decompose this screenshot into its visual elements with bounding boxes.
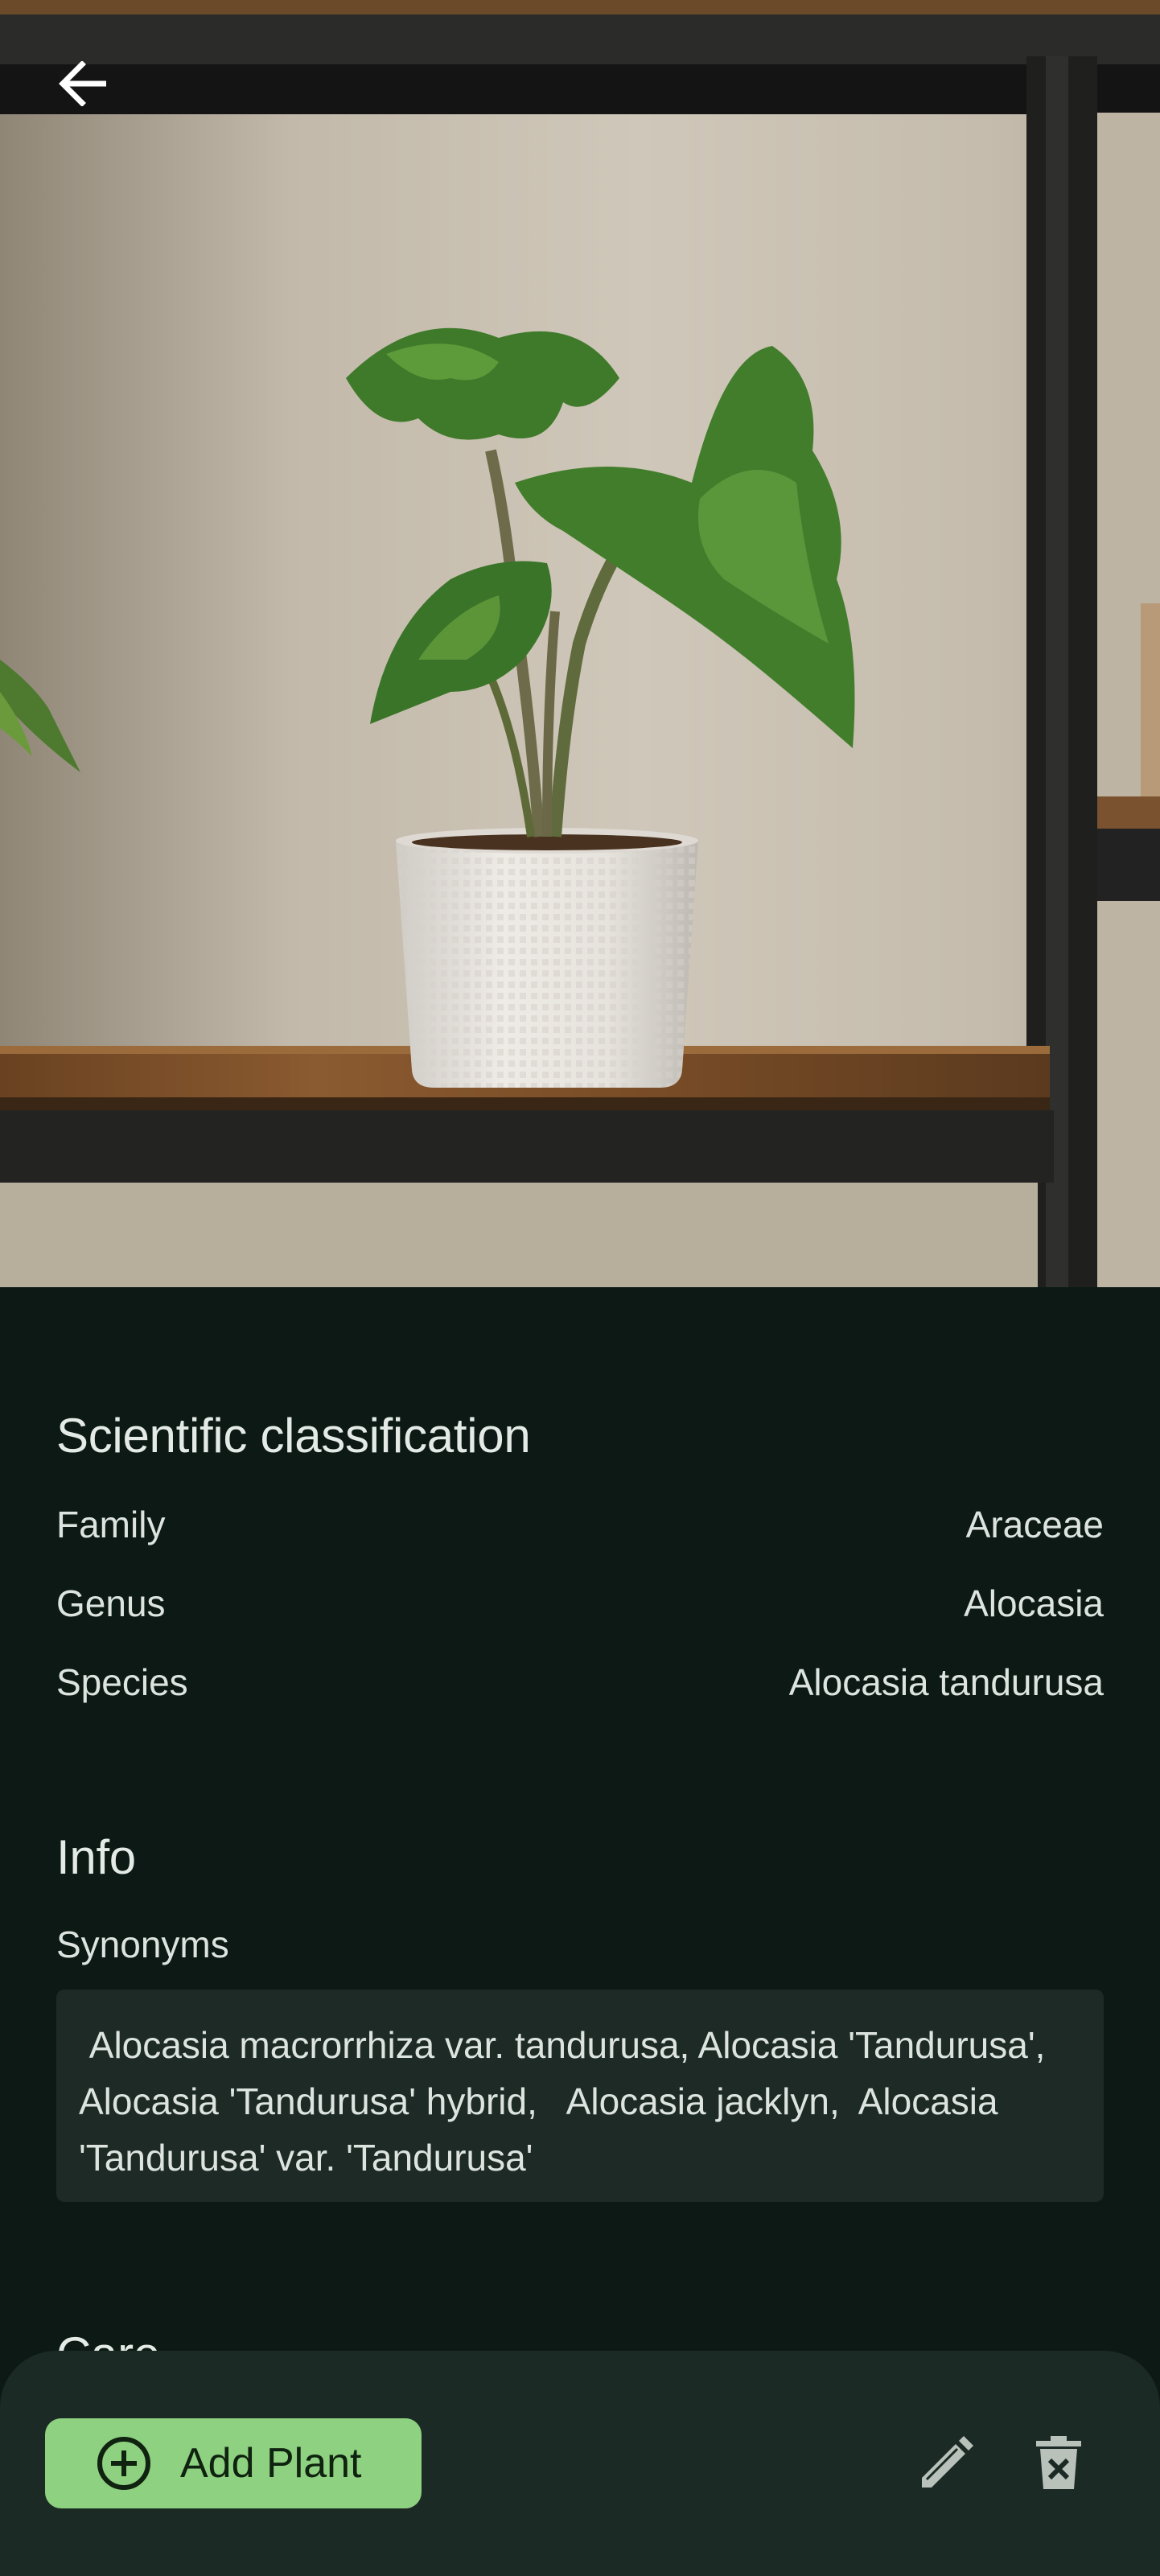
edit-button[interactable] (909, 2426, 983, 2500)
classification-row-genus: Genus Alocasia (56, 1582, 1104, 1625)
row-value: Alocasia tandurusa (788, 1661, 1104, 1703)
back-button[interactable] (37, 42, 130, 126)
delete-button[interactable] (1022, 2426, 1096, 2500)
row-label: Family (56, 1504, 166, 1545)
info-title: Info (56, 1830, 136, 1884)
add-plant-button[interactable]: Add Plant (45, 2418, 422, 2508)
classification-row-family: Family Araceae (56, 1503, 1104, 1546)
add-circle-icon (97, 2437, 150, 2490)
plant-detail-screen: Scientific classification Family Araceae… (0, 0, 1160, 2576)
row-label: Species (56, 1661, 188, 1703)
synonyms-box: Alocasia macrorrhiza var. tandurusa, Alo… (56, 1990, 1104, 2202)
add-plant-label: Add Plant (180, 2440, 362, 2487)
classification-title: Scientific classification (56, 1409, 531, 1463)
row-value: Alocasia (964, 1582, 1104, 1624)
bottom-action-bar: Add Plant (0, 2351, 1160, 2576)
pencil-icon (922, 2436, 973, 2488)
arrow-left-icon (59, 61, 106, 106)
row-label: Genus (56, 1582, 166, 1624)
row-value: Araceae (965, 1504, 1104, 1545)
synonyms-label: Synonyms (56, 1924, 229, 1965)
trash-icon (1036, 2436, 1081, 2489)
plant-photo (0, 0, 1160, 1287)
classification-row-species: Species Alocasia tandurusa (56, 1660, 1104, 1704)
plant-photo-illustration (0, 0, 1160, 1287)
